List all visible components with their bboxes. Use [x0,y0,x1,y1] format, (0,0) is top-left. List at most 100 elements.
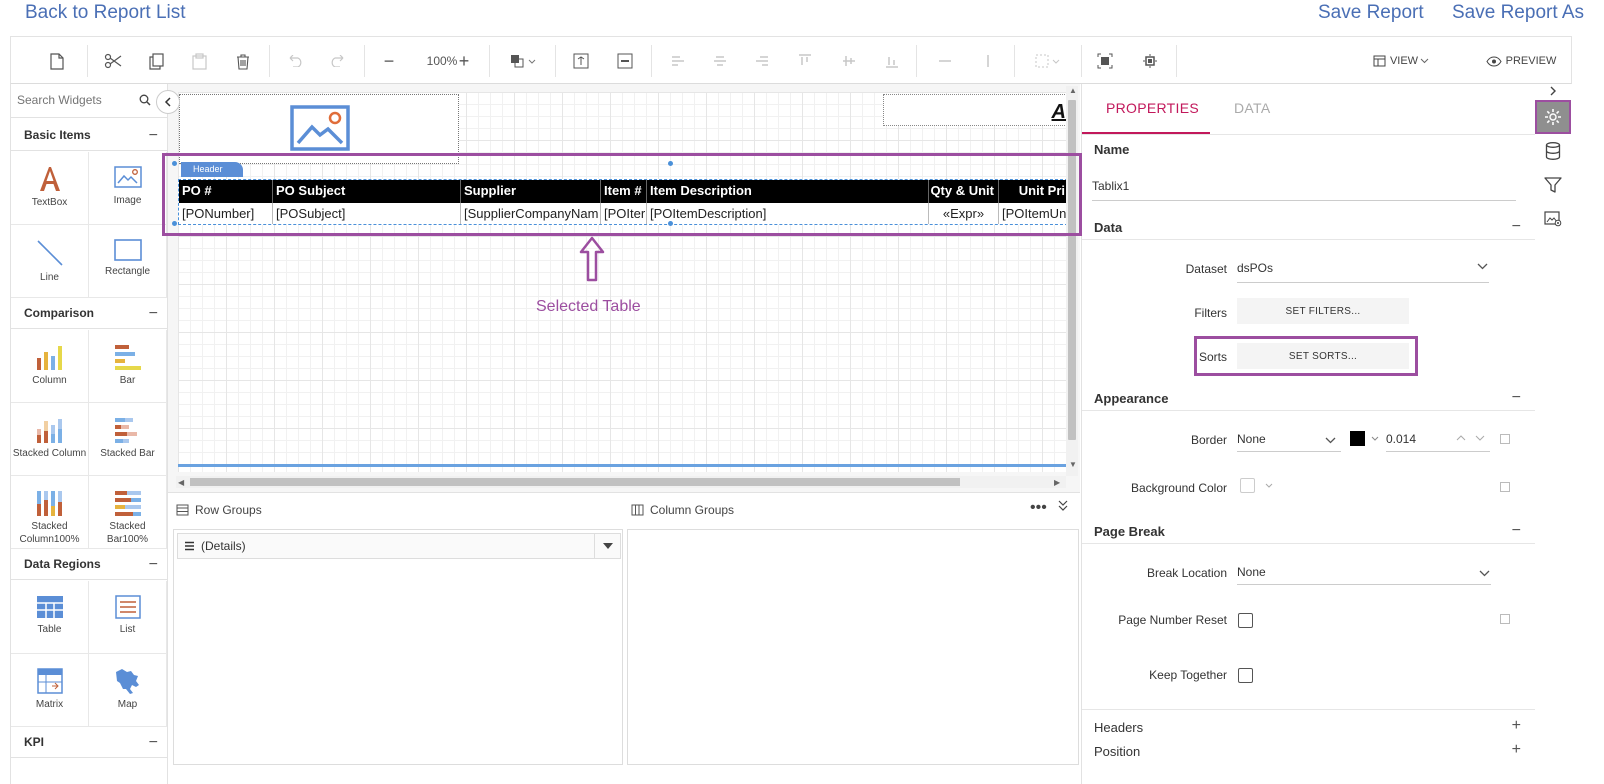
cut-icon[interactable] [101,49,125,73]
table-cell[interactable]: [POIter [601,203,647,224]
page-number-reset-default-checkbox[interactable] [1500,614,1510,624]
expand-icon[interactable]: + [1512,741,1521,759]
report-page[interactable]: A Header PO # PO Subject Supplier Item #… [172,92,1073,472]
back-to-report-list-link[interactable]: Back to Report List [25,2,186,24]
copy-icon[interactable] [144,49,168,73]
border-width-input[interactable]: 0.014 [1386,432,1416,446]
tab-data[interactable]: DATA [1234,100,1270,116]
delete-icon[interactable] [231,49,255,73]
widget-rectangle[interactable]: Rectangle [89,225,167,298]
table-header-cell[interactable]: Supplier [461,180,601,203]
vertical-scroll-thumb[interactable] [1068,100,1076,440]
undo-icon[interactable] [283,49,307,73]
collapse-icon[interactable]: − [149,305,158,323]
new-file-icon[interactable] [45,49,69,73]
align-bottom-icon[interactable] [880,49,904,73]
chevron-down-icon[interactable] [1371,436,1379,441]
save-report-link[interactable]: Save Report [1318,2,1424,24]
search-widgets-input[interactable] [17,93,137,107]
order-dropdown-icon[interactable] [507,49,539,73]
collapse-panel-button[interactable] [156,90,180,114]
align-middle-icon[interactable] [569,49,593,73]
widget-stacked-column[interactable]: Stacked Column [11,403,89,476]
tab-properties[interactable]: PROPERTIES [1106,100,1199,116]
view-dropdown-button[interactable]: VIEW [1361,49,1441,73]
set-filters-button[interactable]: SET FILTERS... [1237,298,1409,324]
table-cell[interactable]: «Expr» [929,203,999,224]
tablix-table[interactable]: PO # PO Subject Supplier Item # Item Des… [178,179,1068,225]
border-style-select[interactable]: None [1237,432,1266,446]
table-cell[interactable]: [POItemDescription] [647,203,929,224]
collapse-icon[interactable]: − [1512,218,1521,236]
set-sorts-button[interactable]: SET SORTS... [1237,343,1409,369]
widget-textbox[interactable]: TextBox [11,152,89,225]
distribute-v-icon[interactable] [976,49,1000,73]
selection-handle[interactable] [668,161,673,166]
expand-right-icon[interactable] [1535,84,1571,98]
selection-handle[interactable] [668,221,673,226]
section-kpi[interactable]: KPI − [11,726,167,758]
details-group-item[interactable]: (Details) [177,533,621,559]
background-color-swatch[interactable] [1240,478,1255,493]
align-hcenter-icon[interactable] [708,49,732,73]
size-dropdown-icon[interactable] [1031,49,1065,73]
data-section-title[interactable]: Data [1094,220,1122,235]
redo-icon[interactable] [326,49,350,73]
zoom-out-icon[interactable]: − [379,49,399,73]
table-cell[interactable]: [PONumber] [179,203,273,224]
chevron-down-icon[interactable] [1479,570,1490,577]
align-center-icon[interactable] [613,49,637,73]
fit-page-icon[interactable] [1138,49,1162,73]
dataset-select[interactable]: dsPOs [1237,261,1273,275]
selection-handle[interactable] [172,221,177,226]
appearance-section-title[interactable]: Appearance [1094,391,1168,406]
table-header-cell[interactable]: Qty & Unit [929,180,999,203]
horizontal-scrollbar[interactable]: ◀ ▶ [176,476,1066,488]
table-cell[interactable]: [POSubject] [273,203,461,224]
preview-button[interactable]: PREVIEW [1481,49,1561,73]
border-reset-checkbox[interactable] [1500,434,1510,444]
distribute-h-icon[interactable] [933,49,957,73]
widget-table[interactable]: Table [11,581,89,654]
chevron-down-icon[interactable] [1477,263,1488,270]
table-header-cell[interactable]: PO Subject [273,180,461,203]
section-basic-items[interactable]: Basic Items − [11,119,167,151]
keep-together-checkbox[interactable] [1238,668,1253,683]
align-left-icon[interactable] [666,49,690,73]
section-comparison[interactable]: Comparison − [11,297,167,329]
widget-image[interactable]: Image [89,152,167,225]
vertical-scrollbar[interactable]: ▲ ▼ [1066,86,1078,476]
table-header-cell[interactable]: Item # [601,180,647,203]
horizontal-scroll-thumb[interactable] [190,478,960,486]
widget-stacked-bar[interactable]: Stacked Bar [89,403,167,476]
more-options-icon[interactable]: ••• [1030,499,1047,517]
widget-matrix[interactable]: Matrix [11,654,89,727]
align-top-icon[interactable] [793,49,817,73]
collapse-icon[interactable]: − [149,556,158,574]
design-canvas[interactable]: A Header PO # PO Subject Supplier Item #… [168,84,1080,492]
table-cell[interactable]: [POItemUn [999,203,1067,224]
background-reset-checkbox[interactable] [1500,482,1510,492]
chevron-down-icon[interactable] [1265,483,1273,488]
expand-icon[interactable]: + [1512,717,1521,735]
report-title-textbox[interactable]: A [883,94,1073,126]
break-location-select[interactable]: None [1237,565,1266,579]
widget-line[interactable]: Line [11,225,89,298]
collapse-icon[interactable]: − [149,127,158,145]
align-right-icon[interactable] [750,49,774,73]
widget-column[interactable]: Column [11,330,89,403]
collapse-icon[interactable]: − [1512,389,1521,407]
widget-list[interactable]: List [89,581,167,654]
headers-section-title[interactable]: Headers [1094,720,1143,735]
properties-settings-button[interactable] [1535,100,1571,134]
selection-handle[interactable] [172,161,177,166]
collapse-icon[interactable]: − [1512,522,1521,540]
widget-stacked-column100[interactable]: Stacked Column100% [11,476,89,549]
chevron-down-icon[interactable] [1325,437,1336,444]
position-section-title[interactable]: Position [1094,744,1140,759]
report-image-item[interactable] [179,94,459,164]
image-manager-button[interactable] [1535,202,1571,236]
page-number-reset-checkbox[interactable] [1238,613,1253,628]
filter-button[interactable] [1535,168,1571,202]
section-data-regions[interactable]: Data Regions − [11,548,167,580]
